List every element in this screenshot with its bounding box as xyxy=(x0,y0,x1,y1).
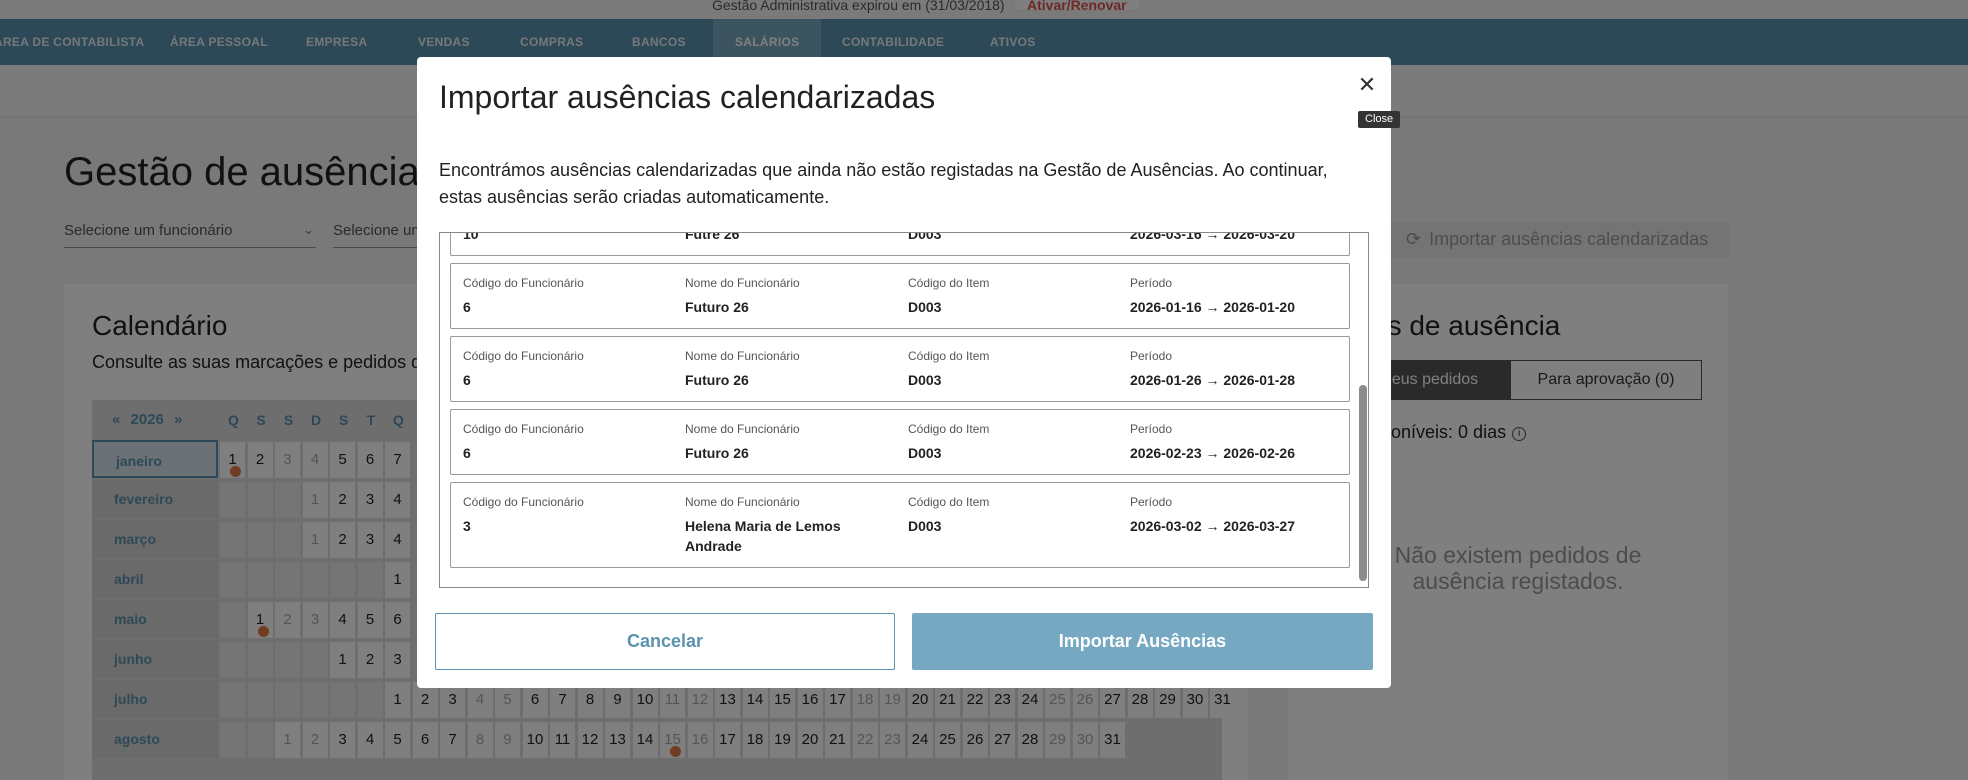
field-value: 2026-01-26 → 2026-01-28 xyxy=(1130,372,1296,388)
absences-list[interactable]: Código do Funcionário10Nome do Funcionár… xyxy=(439,232,1369,588)
field-label: Período xyxy=(1130,422,1173,436)
absence-field-code: Código do Funcionário10 xyxy=(463,232,673,244)
absence-field-item: Código do Item D003 xyxy=(908,276,1118,317)
field-value: Futuro 26 xyxy=(685,372,749,388)
field-value: D003 xyxy=(908,445,942,461)
close-icon[interactable]: ✕ xyxy=(1353,71,1381,99)
field-value: D003 xyxy=(908,518,942,534)
field-label: Nome do Funcionário xyxy=(685,276,800,290)
absence-field-item: Código do Item D003 xyxy=(908,495,1118,536)
field-label: Código do Funcionário xyxy=(463,495,584,509)
absence-field-code: Código do Funcionário 6 xyxy=(463,276,673,317)
absence-field-item: Código do Item D003 xyxy=(908,422,1118,463)
absence-row: Código do Funcionário 3 Nome do Funcionári… xyxy=(450,482,1350,568)
absence-field-period: Período2026-03-16 → 2026-03-20 xyxy=(1130,232,1345,244)
modal-title: Importar ausências calendarizadas xyxy=(439,79,936,115)
cancel-button[interactable]: Cancelar xyxy=(435,613,895,670)
field-label: Nome do Funcionário xyxy=(685,422,800,436)
field-value: 2026-03-16 → 2026-03-20 xyxy=(1130,232,1296,242)
field-value: 10 xyxy=(463,232,479,242)
absence-row: Código do Funcionário 6 Nome do Funcionári… xyxy=(450,336,1350,402)
field-value: Futuro 26 xyxy=(685,299,749,315)
field-value: 6 xyxy=(463,299,471,315)
field-value: D003 xyxy=(908,232,942,242)
list-scrollbar[interactable] xyxy=(1358,233,1368,587)
absence-field-period: Período 2026-01-16 → 2026-01-20 xyxy=(1130,276,1345,317)
field-value: D003 xyxy=(908,299,942,315)
field-label: Nome do Funcionário xyxy=(685,349,800,363)
field-value: 2026-02-23 → 2026-02-26 xyxy=(1130,445,1296,461)
import-modal: Importar ausências calendarizadas ✕ Enco… xyxy=(417,57,1391,688)
field-value: D003 xyxy=(908,372,942,388)
absence-field-period: Período 2026-01-26 → 2026-01-28 xyxy=(1130,349,1345,390)
absence-row: Código do Funcionário10 Nome do Funcionár… xyxy=(450,232,1350,256)
close-tooltip: Close xyxy=(1358,111,1401,128)
list-scrollbar-thumb[interactable] xyxy=(1359,385,1367,581)
absence-field-item: Código do ItemD003 xyxy=(908,232,1118,244)
absence-field-name: Nome do Funcionário Futuro 26 xyxy=(685,276,895,317)
absence-field-name: Nome do Funcionário Futuro 26 xyxy=(685,422,895,463)
absence-field-name: Nome do Funcionário Helena Maria de Lemos… xyxy=(685,495,895,556)
field-label: Nome do Funcionário xyxy=(685,495,800,509)
field-value: 2026-01-16 → 2026-01-20 xyxy=(1130,299,1296,315)
field-value: 6 xyxy=(463,445,471,461)
absence-field-period: Período 2026-02-23 → 2026-02-26 xyxy=(1130,422,1345,463)
absence-field-code: Código do Funcionário 6 xyxy=(463,422,673,463)
absence-field-code: Código do Funcionário 6 xyxy=(463,349,673,390)
absence-field-period: Período 2026-03-02 → 2026-03-27 xyxy=(1130,495,1345,536)
field-value: Helena Maria de Lemos Andrade xyxy=(685,518,841,554)
absence-row: Código do Funcionário 6 Nome do Funcionári… xyxy=(450,409,1350,475)
absence-field-item: Código do Item D003 xyxy=(908,349,1118,390)
field-value: 6 xyxy=(463,372,471,388)
modal-description: Encontrámos ausências calendarizadas que… xyxy=(439,160,1328,207)
field-label: Período xyxy=(1130,349,1173,363)
field-label: Período xyxy=(1130,276,1173,290)
field-label: Código do Item xyxy=(908,422,990,436)
field-label: Código do Item xyxy=(908,276,990,290)
field-label: Código do Funcionário xyxy=(463,422,584,436)
absence-row: Código do Funcionário 6 Nome do Funcionári… xyxy=(450,263,1350,329)
field-value: Futre 26 xyxy=(685,232,740,242)
absence-field-name: Nome do Funcionário Futuro 26 xyxy=(685,349,895,390)
field-value: Futuro 26 xyxy=(685,445,749,461)
field-label: Código do Funcionário xyxy=(463,276,584,290)
field-value: 3 xyxy=(463,518,471,534)
field-label: Código do Item xyxy=(908,495,990,509)
absence-field-code: Código do Funcionário 3 xyxy=(463,495,673,536)
absence-field-name: Nome do FuncionárioFutre 26 xyxy=(685,232,895,244)
import-absences-button[interactable]: Importar Ausências xyxy=(912,613,1373,670)
field-label: Período xyxy=(1130,495,1173,509)
field-value: 2026-03-02 → 2026-03-27 xyxy=(1130,518,1296,534)
field-label: Código do Item xyxy=(908,349,990,363)
field-label: Código do Funcionário xyxy=(463,349,584,363)
absences-list-inner: Código do Funcionário10Nome do Funcionár… xyxy=(450,232,1350,575)
